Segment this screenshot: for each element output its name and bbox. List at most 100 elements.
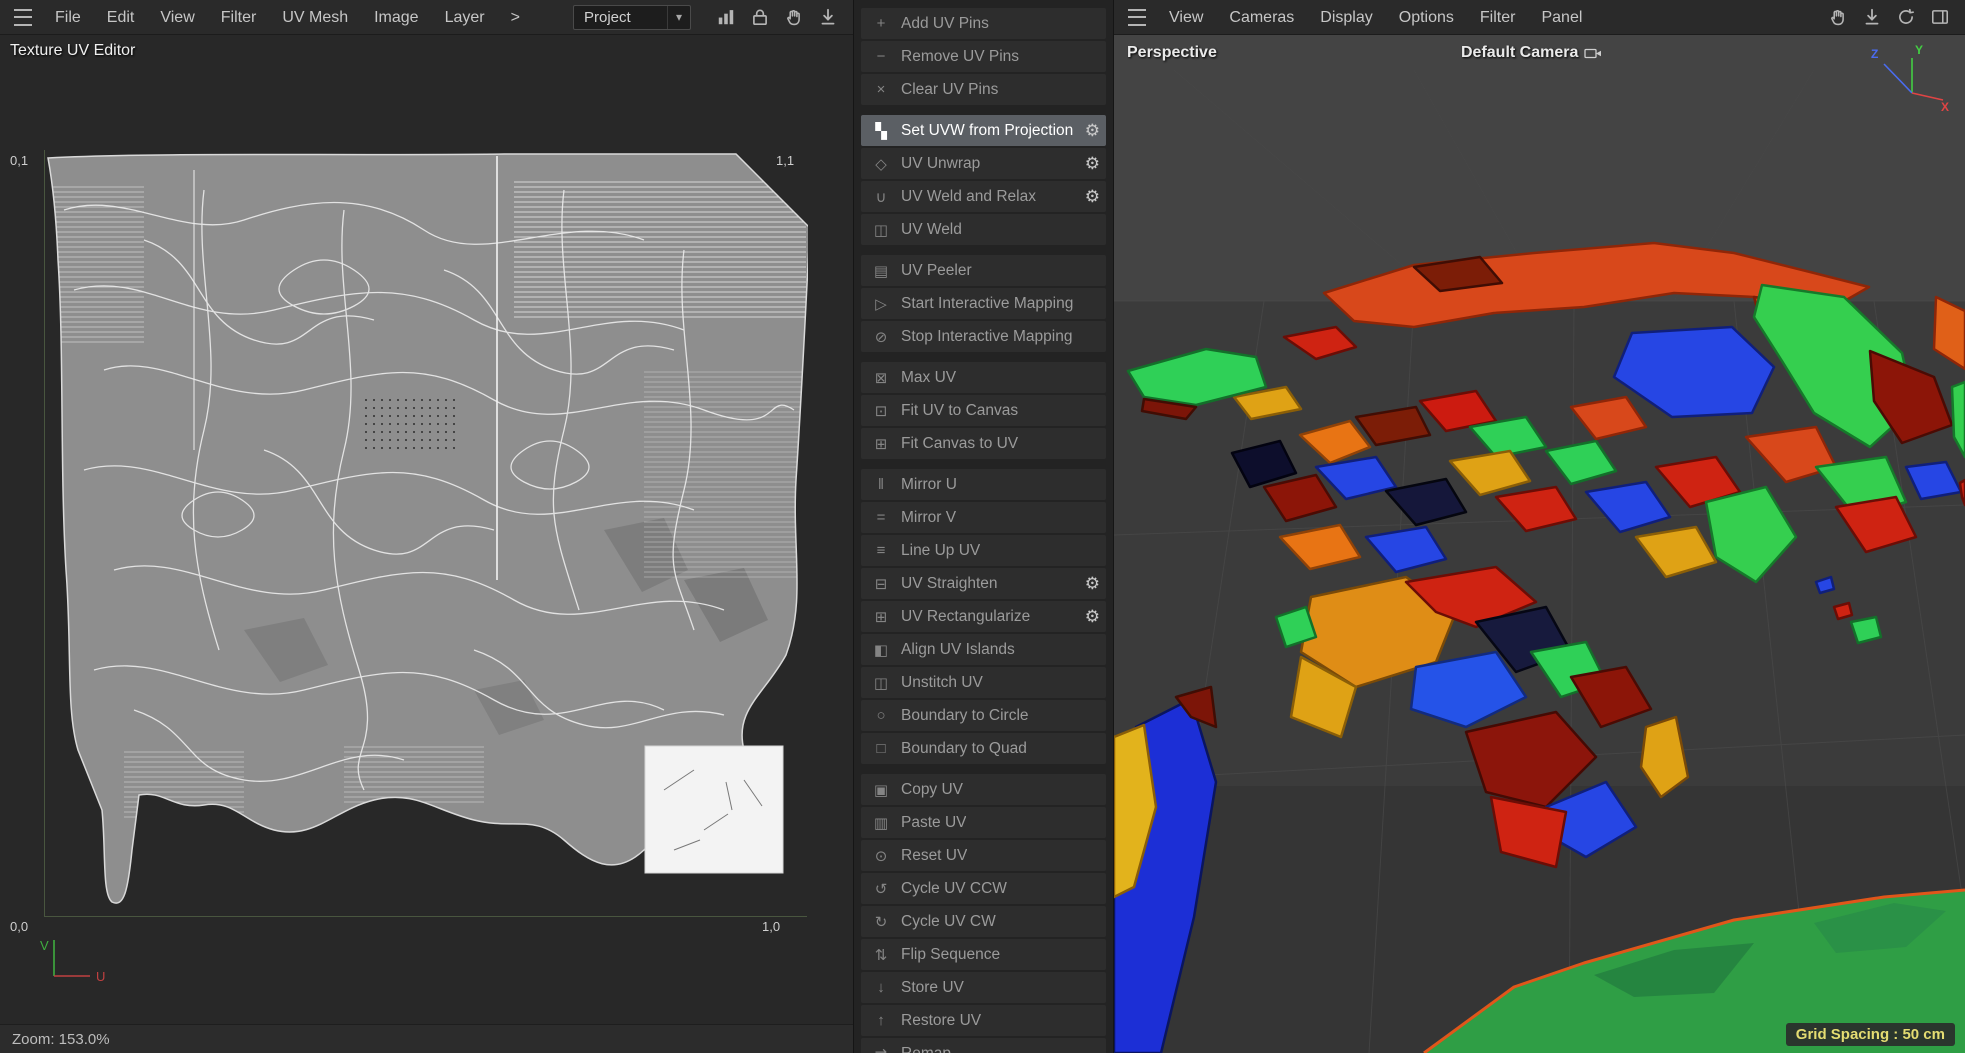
copy-uv-icon: ▣ xyxy=(870,781,892,799)
uv-menu-filter[interactable]: Filter xyxy=(208,0,270,35)
uv-menu-view[interactable]: View xyxy=(147,0,207,35)
command-paste-uv[interactable]: ▥Paste UV xyxy=(861,807,1106,838)
command-cycle-uv-ccw[interactable]: ↺Cycle UV CCW xyxy=(861,873,1106,904)
gear-icon[interactable]: ⚙ xyxy=(1079,121,1100,141)
vp-menu-display[interactable]: Display xyxy=(1307,0,1385,35)
uv-corner-bottom-right: 1,0 xyxy=(762,919,780,934)
command-fit-uv-to-canvas[interactable]: ⊡Fit UV to Canvas xyxy=(861,395,1106,426)
uv-menu-layer[interactable]: Layer xyxy=(432,0,498,35)
command-uv-rectangularize[interactable]: ⊞UV Rectangularize⚙ xyxy=(861,601,1106,632)
command-label: Restore UV xyxy=(901,1012,981,1030)
command-remap[interactable]: ⇄Remap xyxy=(861,1038,1106,1053)
command-remove-uv-pins[interactable]: −Remove UV Pins xyxy=(861,41,1106,72)
pan-hand-icon[interactable] xyxy=(1823,4,1853,30)
axis-v-label: V xyxy=(40,938,49,953)
command-boundary-to-circle[interactable]: ○Boundary to Circle xyxy=(861,700,1106,731)
command-mirror-v[interactable]: =Mirror V xyxy=(861,502,1106,533)
uv-menu-more[interactable]: > xyxy=(498,0,533,35)
vp-menu-view[interactable]: View xyxy=(1156,0,1216,35)
command-line-up-uv[interactable]: ≡Line Up UV xyxy=(861,535,1106,566)
command-unstitch-uv[interactable]: ◫Unstitch UV xyxy=(861,667,1106,698)
uv-toolbar-icons xyxy=(711,4,843,30)
uv-wireframe-map[interactable] xyxy=(44,150,808,918)
unstitch-uv-icon: ◫ xyxy=(870,674,892,692)
command-align-uv-islands[interactable]: ◧Align UV Islands xyxy=(861,634,1106,665)
command-flip-sequence[interactable]: ⇅Flip Sequence xyxy=(861,939,1106,970)
maximize-panel-icon[interactable] xyxy=(1925,4,1955,30)
command-add-uv-pins[interactable]: +Add UV Pins xyxy=(861,8,1106,39)
command-boundary-to-quad[interactable]: □Boundary to Quad xyxy=(861,733,1106,764)
viewport-menus: ViewCamerasDisplayOptionsFilterPanel xyxy=(1156,0,1595,35)
mirror-u-icon: ‖ xyxy=(870,476,892,493)
command-mirror-u[interactable]: ‖ Mirror U xyxy=(861,469,1106,500)
command-fit-canvas-to-uv[interactable]: ⊞Fit Canvas to UV xyxy=(861,428,1106,459)
chevron-down-icon[interactable]: ▾ xyxy=(667,6,690,29)
gear-icon[interactable]: ⚙ xyxy=(1079,154,1100,174)
command-uv-unwrap[interactable]: ◇UV Unwrap⚙ xyxy=(861,148,1106,179)
command-set-uvw-from-projection[interactable]: ▚Set UVW from Projection⚙ xyxy=(861,115,1106,146)
axis-gizmo[interactable]: Y Z X xyxy=(1857,41,1949,113)
command-group: ▤UV Peeler▷Start Interactive Mapping⊘Sto… xyxy=(861,255,1106,362)
uv-menu-file[interactable]: File xyxy=(42,0,94,35)
uv-canvas[interactable]: Texture UV Editor 0,1 1,1 0,0 1,0 xyxy=(0,35,853,1024)
store-uv-icon: ↓ xyxy=(870,979,892,996)
view-mode-text: Perspective xyxy=(1127,44,1217,62)
vp-menu-filter[interactable]: Filter xyxy=(1467,0,1529,35)
uv-island-bright[interactable] xyxy=(645,746,783,873)
command-start-interactive-mapping[interactable]: ▷Start Interactive Mapping xyxy=(861,288,1106,319)
command-uv-peeler[interactable]: ▤UV Peeler xyxy=(861,255,1106,286)
uv-weld-icon: ◫ xyxy=(870,221,892,239)
hamburger-menu-icon[interactable] xyxy=(1128,9,1146,26)
view-mode-label[interactable]: Perspective xyxy=(1127,44,1217,62)
command-label: Mirror U xyxy=(901,476,957,494)
arrow-down-dock-icon[interactable] xyxy=(1857,4,1887,30)
gear-icon[interactable]: ⚙ xyxy=(1079,607,1100,627)
vp-menu-cameras[interactable]: Cameras xyxy=(1216,0,1307,35)
command-restore-uv[interactable]: ↑Restore UV xyxy=(861,1005,1106,1036)
command-max-uv[interactable]: ⊠Max UV xyxy=(861,362,1106,393)
command-label: Flip Sequence xyxy=(901,946,1000,964)
rotate-view-icon[interactable] xyxy=(1891,4,1921,30)
viewport-toolbar-icons xyxy=(1823,4,1955,30)
command-cycle-uv-cw[interactable]: ↻Cycle UV CW xyxy=(861,906,1106,937)
gear-icon[interactable]: ⚙ xyxy=(1079,574,1100,594)
uv-weld-and-relax-icon: ∪ xyxy=(870,188,892,206)
camera-label[interactable]: Default Camera xyxy=(1461,44,1604,62)
histogram-icon[interactable] xyxy=(711,4,741,30)
viewport-3d-canvas[interactable]: Perspective Default Camera Y Z X Grid Sp… xyxy=(1114,35,1965,1053)
lock-icon[interactable] xyxy=(745,4,775,30)
command-label: Remove UV Pins xyxy=(901,48,1019,66)
command-label: Boundary to Quad xyxy=(901,740,1027,758)
command-clear-uv-pins[interactable]: ×Clear UV Pins xyxy=(861,74,1106,105)
uv-menu-edit[interactable]: Edit xyxy=(94,0,148,35)
zoom-status: Zoom: 153.0% xyxy=(12,1031,110,1048)
command-reset-uv[interactable]: ⊙Reset UV xyxy=(861,840,1106,871)
uv-command-list: +Add UV Pins−Remove UV Pins×Clear UV Pin… xyxy=(861,8,1106,1053)
pan-hand-icon[interactable] xyxy=(779,4,809,30)
uv-menu-image[interactable]: Image xyxy=(361,0,431,35)
command-uv-weld[interactable]: ◫UV Weld xyxy=(861,214,1106,245)
arrow-down-dock-icon[interactable] xyxy=(813,4,843,30)
command-label: Boundary to Circle xyxy=(901,707,1029,725)
project-dropdown[interactable]: Project ▾ xyxy=(573,5,691,30)
grid-spacing-badge: Grid Spacing : 50 cm xyxy=(1786,1023,1955,1046)
gear-icon[interactable]: ⚙ xyxy=(1079,187,1100,207)
vp-menu-panel[interactable]: Panel xyxy=(1528,0,1595,35)
gizmo-x-label: X xyxy=(1941,100,1949,113)
command-store-uv[interactable]: ↓Store UV xyxy=(861,972,1106,1003)
command-label: UV Rectangularize xyxy=(901,608,1030,626)
camera-swap-icon[interactable] xyxy=(1584,46,1604,60)
command-uv-straighten[interactable]: ⊟UV Straighten⚙ xyxy=(861,568,1106,599)
command-uv-weld-and-relax[interactable]: ∪UV Weld and Relax⚙ xyxy=(861,181,1106,212)
viewport-menubar: ViewCamerasDisplayOptionsFilterPanel xyxy=(1114,0,1965,35)
cycle-uv-cw-icon: ↻ xyxy=(870,913,892,931)
uv-unwrap-icon: ◇ xyxy=(870,155,892,173)
world-map-3d[interactable] xyxy=(1114,35,1965,1053)
uv-menu-uv-mesh[interactable]: UV Mesh xyxy=(269,0,361,35)
uv-status-bar: Zoom: 153.0% xyxy=(0,1024,853,1053)
vp-menu-options[interactable]: Options xyxy=(1386,0,1467,35)
hamburger-menu-icon[interactable] xyxy=(14,9,32,26)
uv-corner-top-left: 0,1 xyxy=(10,153,28,168)
command-stop-interactive-mapping[interactable]: ⊘Stop Interactive Mapping xyxy=(861,321,1106,352)
command-copy-uv[interactable]: ▣Copy UV xyxy=(861,774,1106,805)
